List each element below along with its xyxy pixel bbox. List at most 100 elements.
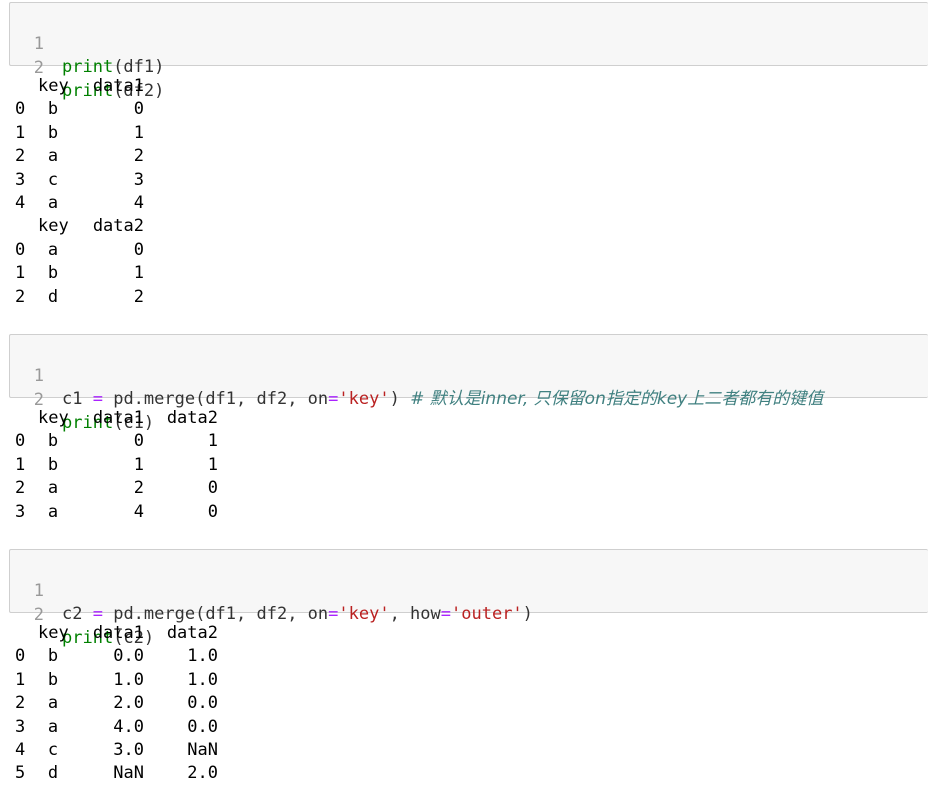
row-index: 2 (15, 146, 26, 167)
output-row: 2a20 (0, 477, 928, 500)
cell-key: d (47, 763, 59, 784)
row-index: 0 (15, 646, 26, 667)
cell-data2: NaN (187, 739, 218, 760)
cell-key: c (47, 739, 59, 760)
cell-data2: 0 (207, 478, 218, 499)
code-cell-2[interactable]: 1 c1 = pd.merge(df1, df2, on='key') # 默认… (9, 334, 928, 433)
cell-data1: 1 (133, 122, 144, 143)
row-index: 2 (15, 478, 26, 499)
code-token: 'key' (338, 604, 390, 624)
cell-data1: 2 (133, 146, 144, 167)
cell-key: a (47, 478, 59, 499)
row-index: 0 (15, 431, 26, 452)
row-index: 1 (15, 669, 26, 690)
output-row: 1b1 (0, 122, 928, 145)
code-token: pd.merge(df1, df2, on (102, 604, 329, 624)
cell-key: a (47, 192, 59, 213)
code-token: = (440, 604, 452, 624)
cell-data2: data2 (166, 408, 218, 428)
output-row: 3 a 4.0 0.0 (0, 716, 928, 739)
code-token: pd.merge(df1, df2, on (102, 389, 329, 409)
cell-key: a (47, 239, 59, 260)
cell-key: key (38, 623, 69, 643)
code-cell-3[interactable]: 1 c2 = pd.merge(df1, df2, on='key', how=… (9, 549, 928, 648)
cell-data2: 0 (207, 501, 218, 522)
cell-data1: data1 (92, 408, 144, 428)
cell-data2: 2.0 (187, 763, 218, 784)
output-row: 3a 4 0 (0, 501, 928, 524)
output-row: 5 d NaN 2.0 (0, 762, 928, 785)
cell-data2: 1.0 (187, 669, 218, 690)
cell-key: b (47, 646, 59, 667)
row-index: 1 (15, 122, 26, 143)
cell-data1: 3 (133, 169, 144, 190)
cell-data2: 0.0 (187, 693, 218, 714)
output-row: 4a4 (0, 192, 928, 215)
cell-data1: data1 (92, 76, 144, 96)
row-index: 2 (15, 286, 26, 307)
code-line: 1 print(df1) (10, 10, 165, 77)
row-index: 2 (15, 693, 26, 714)
cell-data1: data1 (92, 623, 144, 643)
output-row: key data2 (0, 215, 928, 238)
cell-key: key (38, 216, 69, 237)
row-index: 5 (15, 763, 26, 784)
output-row: 2d2 (0, 286, 928, 309)
output-row: 0b01 (0, 430, 928, 453)
code-token: = (92, 389, 103, 409)
cell-key: b (47, 431, 59, 452)
cell-data1: data2 (92, 216, 144, 237)
cell-data1: 4.0 (113, 716, 144, 737)
output-row: 3c3 (0, 169, 928, 192)
code-line: 2 print(c1) (10, 366, 154, 433)
cell-data1: 1 (133, 263, 144, 284)
cell-data2: 1.0 (187, 646, 218, 667)
output-row: key data1 data2 (0, 407, 928, 430)
cell-data1: 0.0 (113, 646, 144, 667)
row-index: 0 (15, 239, 26, 260)
code-token: (df1) (113, 57, 165, 77)
cell-key: b (47, 122, 59, 143)
cell-key: b (47, 669, 59, 690)
cell-data1: 0 (133, 239, 144, 260)
cell-data1: 1 (133, 454, 144, 475)
code-token: = (92, 604, 103, 624)
row-index: 3 (15, 501, 26, 522)
cell-data1: 2.0 (113, 693, 144, 714)
code-token: c2 (62, 604, 93, 624)
code-token: ) (522, 604, 533, 624)
row-index: 3 (15, 716, 26, 737)
cell-data1: 3.0 (113, 739, 144, 760)
row-index: 3 (15, 169, 26, 190)
row-index: 4 (15, 739, 26, 760)
cell-data1: 0 (133, 99, 144, 120)
cell-data2: 1 (207, 431, 218, 452)
output-row: key data1 (0, 75, 928, 98)
cell-data2: 1 (207, 454, 218, 475)
code-token: = (328, 389, 339, 409)
cell-key: c (47, 169, 59, 190)
output-row: 2a2 (0, 145, 928, 168)
cell-data1: 2 (133, 286, 144, 307)
cell-output-2: key data1 data2 0 b 0 1 1 b 1 1 2 a 2 0 3 a 4 0 (0, 407, 928, 524)
cell-key: b (47, 263, 59, 284)
cell-output-3: key data1 data2 0 b 0.0 1.0 1 b 1.0 1.0 2 a 2.0 0.0 3 a 4… (0, 622, 928, 786)
code-token: , how (389, 604, 441, 624)
cell-key: d (47, 286, 59, 307)
cell-key: a (47, 716, 59, 737)
cell-key: key (38, 76, 69, 96)
code-line: 2 print(df2) (10, 34, 165, 101)
cell-key: key (38, 408, 69, 428)
cell-data1: 4 (133, 501, 144, 522)
cell-data1: NaN (113, 763, 144, 784)
code-token: c1 (62, 389, 93, 409)
cell-key: b (47, 454, 59, 475)
row-index: 0 (15, 99, 26, 120)
code-cell-1[interactable]: 1 print(df1) 2 print(df2) (9, 2, 928, 101)
output-row: 1b1 (0, 262, 928, 285)
cell-data2: 0.0 (187, 716, 218, 737)
cell-data1: 0 (133, 431, 144, 452)
output-row: 0b0 (0, 98, 928, 121)
row-index: 1 (15, 263, 26, 284)
code-line: 1 c2 = pd.merge(df1, df2, on='key', how=… (10, 557, 533, 624)
